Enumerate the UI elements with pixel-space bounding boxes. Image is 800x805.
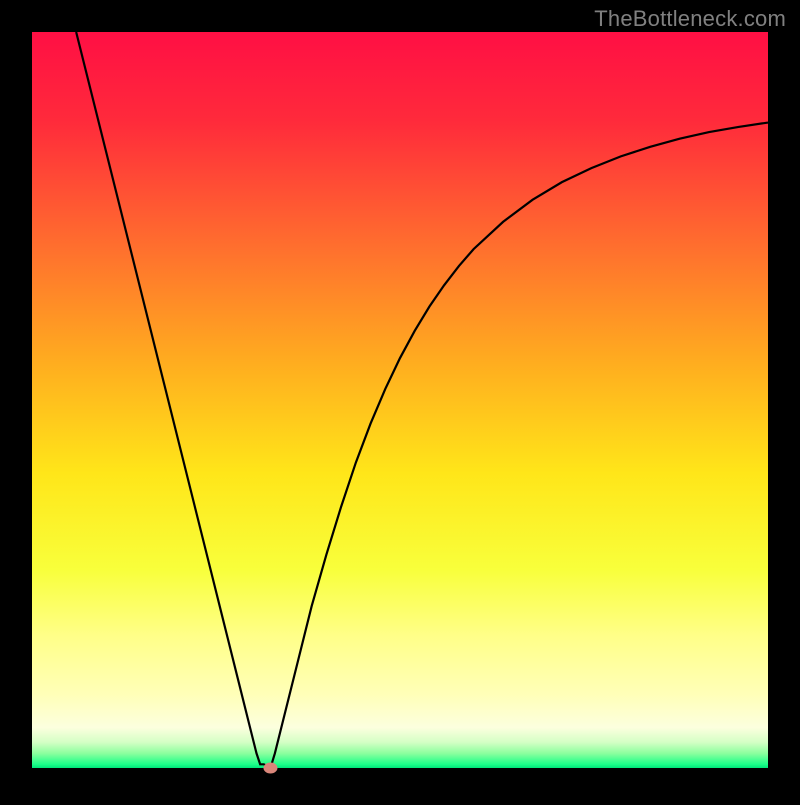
chart-svg: [0, 0, 800, 800]
watermark-text: TheBottleneck.com: [594, 6, 786, 32]
optimum-marker: [263, 763, 277, 774]
bottleneck-chart: TheBottleneck.com: [0, 0, 800, 800]
plot-background: [32, 32, 768, 768]
